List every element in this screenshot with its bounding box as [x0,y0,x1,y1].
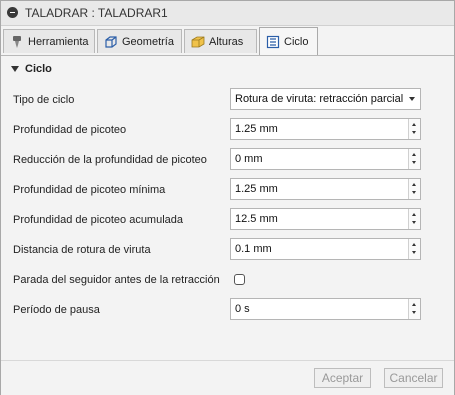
accept-button[interactable]: Aceptar [314,368,371,388]
cycle-icon [266,35,280,49]
min-peck-depth-label: Profundidad de picoteo mínima [13,184,166,196]
collapse-icon[interactable] [7,7,18,18]
tab-ciclo[interactable]: Ciclo [259,27,318,55]
dialog-title: TALADRAR : TALADRAR1 [25,6,168,20]
dwell-period-field[interactable]: 0 s [230,298,421,320]
spin-up-icon[interactable] [412,153,416,156]
section-title: Ciclo [25,63,52,75]
tab-herramienta[interactable]: Herramienta [3,29,95,53]
tab-geometria[interactable]: Geometría [97,29,182,53]
peck-reduction-label: Reducción de la profundidad de picoteo [13,154,207,166]
spin-up-icon[interactable] [412,213,416,216]
peck-depth-field[interactable]: 1.25 mm [230,118,421,140]
cancel-button[interactable]: Cancelar [384,368,443,388]
spin-down-icon[interactable] [412,251,416,254]
accum-peck-depth-field[interactable]: 12.5 mm [230,208,421,230]
spin-down-icon[interactable] [412,311,416,314]
tab-label: Geometría [122,36,174,48]
stop-follower-label: Parada del seguidor antes de la retracci… [13,274,220,286]
stop-follower-checkbox[interactable] [234,274,245,285]
dwell-period-value: 0 s [235,303,250,315]
tab-alturas[interactable]: Alturas [184,29,257,53]
spinner[interactable] [408,239,420,259]
spinner[interactable] [408,119,420,139]
spin-down-icon[interactable] [412,131,416,134]
peck-reduction-value: 0 mm [235,153,263,165]
spin-up-icon[interactable] [412,123,416,126]
tab-label: Ciclo [284,36,309,48]
spin-down-icon[interactable] [412,161,416,164]
spinner[interactable] [408,209,420,229]
tab-bar: Herramienta Geometría Alturas Ciclo [1,27,454,55]
peck-depth-value: 1.25 mm [235,123,278,135]
min-peck-depth-value: 1.25 mm [235,183,278,195]
dialog-window: TALADRAR : TALADRAR1 Herramienta Geometr… [0,0,455,395]
cycle-type-select[interactable]: Rotura de viruta: retracción parcial [230,88,421,110]
spinner[interactable] [408,179,420,199]
heights-icon [191,36,205,48]
cube-icon [105,36,117,48]
chip-break-distance-label: Distancia de rotura de viruta [13,244,151,256]
drill-tool-icon [13,36,21,48]
spin-up-icon[interactable] [412,243,416,246]
cycle-type-value: Rotura de viruta: retracción parcial [235,93,404,105]
spinner[interactable] [408,149,420,169]
min-peck-depth-field[interactable]: 1.25 mm [230,178,421,200]
tab-label: Alturas [209,36,244,48]
spinner[interactable] [408,299,420,319]
dwell-period-label: Período de pausa [13,304,100,316]
peck-depth-label: Profundidad de picoteo [13,124,127,136]
tab-label: Herramienta [28,36,89,48]
spin-down-icon[interactable] [412,191,416,194]
accum-peck-depth-label: Profundidad de picoteo acumulada [13,214,184,226]
accum-peck-depth-value: 12.5 mm [235,213,278,225]
cycle-type-label: Tipo de ciclo [13,94,75,106]
spin-down-icon[interactable] [412,221,416,224]
spin-up-icon[interactable] [412,183,416,186]
chevron-down-icon [409,97,415,101]
title-bar[interactable]: TALADRAR : TALADRAR1 [1,1,454,26]
chip-break-distance-field[interactable]: 0.1 mm [230,238,421,260]
chip-break-distance-value: 0.1 mm [235,243,272,255]
tab-divider [1,55,454,56]
peck-reduction-field[interactable]: 0 mm [230,148,421,170]
collapse-caret-icon[interactable] [11,66,19,72]
spin-up-icon[interactable] [412,303,416,306]
